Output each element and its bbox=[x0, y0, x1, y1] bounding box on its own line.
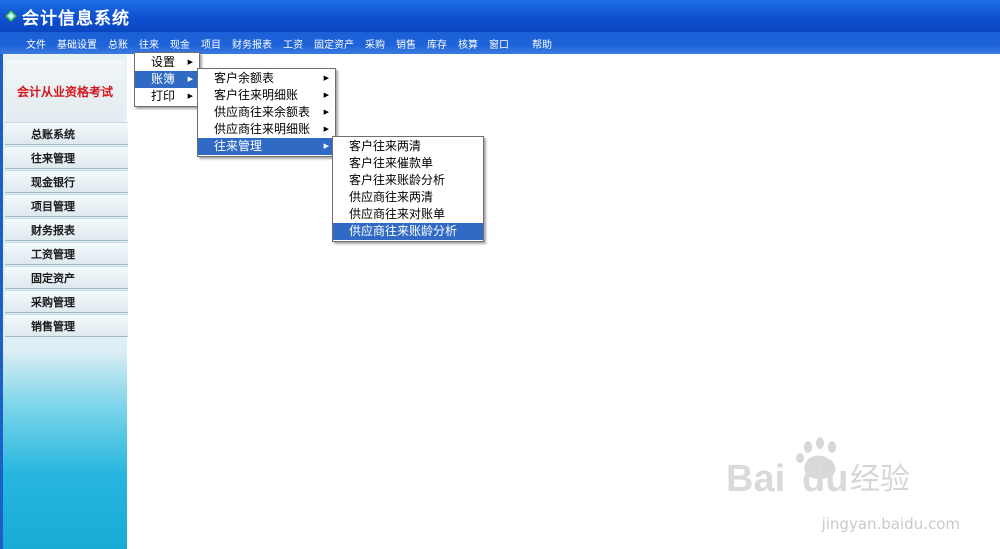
menu-item-customer-clearing[interactable]: 客户往来两清 bbox=[333, 138, 483, 155]
sidebar: 会计从业资格考试 总账系统 往来管理 现金银行 项目管理 财务报表 工资管理 固… bbox=[0, 54, 128, 549]
menu-item-label: 供应商往来明细账 bbox=[214, 122, 311, 136]
menu-sales[interactable]: 销售 bbox=[396, 36, 416, 51]
menu-item-supplier-clearing[interactable]: 供应商往来两清 bbox=[333, 189, 483, 206]
menu-window[interactable]: 窗口 bbox=[489, 36, 509, 51]
sidebar-item-purchasing[interactable]: 采购管理 bbox=[5, 290, 128, 313]
menu-item-supplier-statement[interactable]: 供应商往来对账单 bbox=[333, 206, 483, 223]
submenu-arrow-icon: ▶ bbox=[323, 74, 329, 82]
submenu-arrow-icon: ▶ bbox=[323, 91, 329, 99]
menu-item-supplier-detail[interactable]: 供应商往来明细账 ▶ bbox=[198, 121, 335, 138]
sidebar-item-general-ledger[interactable]: 总账系统 bbox=[5, 122, 128, 145]
watermark-url: jingyan.baidu.com bbox=[821, 515, 960, 533]
menu-item-accounts-management[interactable]: 往来管理 ▶ bbox=[198, 138, 335, 155]
submenu-arrow-icon: ▶ bbox=[323, 108, 329, 116]
menu-item-label: 供应商往来余额表 bbox=[214, 105, 311, 119]
menu-purchasing[interactable]: 采购 bbox=[365, 36, 385, 51]
menu-help[interactable]: 帮助 bbox=[532, 36, 552, 51]
baidu-logo: Bai du 经验 bbox=[726, 437, 910, 500]
svg-text:经验: 经验 bbox=[850, 462, 910, 497]
sidebar-nav: 总账系统 往来管理 现金银行 项目管理 财务报表 工资管理 固定资产 采购管理 … bbox=[5, 122, 128, 338]
accounts-dropdown-menu: 设置 ▶ 账簿 ▶ 打印 ▶ bbox=[134, 52, 200, 107]
menu-item-label: 客户余额表 bbox=[214, 71, 275, 85]
menu-file[interactable]: 文件 bbox=[26, 36, 46, 51]
menu-item-label: 客户往来明细账 bbox=[214, 88, 299, 102]
window-title: 会计信息系统 bbox=[22, 8, 130, 29]
sidebar-item-financial-reports[interactable]: 财务报表 bbox=[5, 218, 128, 241]
menu-item-customer-dunning[interactable]: 客户往来催款单 bbox=[333, 155, 483, 172]
submenu-arrow-icon: ▶ bbox=[323, 125, 329, 133]
menu-bar: 文件 基础设置 总账 往来 现金 项目 财务报表 工资 固定资产 采购 销售 库… bbox=[0, 32, 1000, 54]
menu-item-customer-detail[interactable]: 客户往来明细账 ▶ bbox=[198, 87, 335, 104]
menu-project[interactable]: 项目 bbox=[201, 36, 221, 51]
menu-item-supplier-aging[interactable]: 供应商往来账龄分析 bbox=[333, 223, 483, 240]
sidebar-item-fixed-assets[interactable]: 固定资产 bbox=[5, 266, 128, 289]
menu-financial-reports[interactable]: 财务报表 bbox=[232, 36, 272, 51]
menu-cash[interactable]: 现金 bbox=[170, 36, 190, 51]
menu-item-supplier-balance[interactable]: 供应商往来余额表 ▶ bbox=[198, 104, 335, 121]
sidebar-item-cash-bank[interactable]: 现金银行 bbox=[5, 170, 128, 193]
menu-accounts[interactable]: 往来 bbox=[139, 36, 159, 51]
submenu-arrow-icon: ▶ bbox=[187, 75, 193, 83]
submenu-arrow-icon: ▶ bbox=[187, 92, 193, 100]
menu-general-ledger[interactable]: 总账 bbox=[108, 36, 128, 51]
submenu-arrow-icon: ▶ bbox=[323, 142, 329, 150]
sidebar-item-projects[interactable]: 项目管理 bbox=[5, 194, 128, 217]
menu-item-label: 往来管理 bbox=[214, 139, 263, 153]
menu-fixed-assets[interactable]: 固定资产 bbox=[314, 36, 354, 51]
sidebar-item-sales[interactable]: 销售管理 bbox=[5, 314, 128, 337]
menu-item-customer-balance[interactable]: 客户余额表 ▶ bbox=[198, 70, 335, 87]
ledgers-submenu: 客户余额表 ▶ 客户往来明细账 ▶ 供应商往来余额表 ▶ 供应商往来明细账 ▶ … bbox=[197, 68, 336, 157]
menu-costing[interactable]: 核算 bbox=[458, 36, 478, 51]
menu-item-label: 打印 bbox=[151, 89, 176, 103]
app-icon bbox=[4, 9, 18, 23]
title-bar: 会计信息系统 bbox=[0, 0, 1000, 32]
menu-item-settings[interactable]: 设置 ▶ bbox=[135, 54, 199, 71]
baidu-jingyan-watermark: Bai du 经验 jingyan.baidu.com bbox=[726, 433, 976, 533]
menu-item-label: 账簿 bbox=[151, 72, 176, 86]
brand-banner: 会计从业资格考试 bbox=[6, 60, 124, 122]
svg-text:Bai: Bai bbox=[726, 458, 785, 500]
sidebar-item-payroll[interactable]: 工资管理 bbox=[5, 242, 128, 265]
menu-basic-settings[interactable]: 基础设置 bbox=[57, 36, 97, 51]
menu-item-print[interactable]: 打印 ▶ bbox=[135, 88, 199, 105]
menu-item-customer-aging[interactable]: 客户往来账龄分析 bbox=[333, 172, 483, 189]
app-window: 会计信息系统 文件 基础设置 总账 往来 现金 项目 财务报表 工资 固定资产 … bbox=[0, 0, 1000, 549]
menu-payroll[interactable]: 工资 bbox=[283, 36, 303, 51]
menu-item-label: 设置 bbox=[151, 55, 176, 69]
sidebar-item-accounts[interactable]: 往来管理 bbox=[5, 146, 128, 169]
menu-inventory[interactable]: 库存 bbox=[427, 36, 447, 51]
submenu-arrow-icon: ▶ bbox=[187, 58, 193, 66]
svg-text:du: du bbox=[802, 458, 848, 500]
accounts-management-submenu: 客户往来两清 客户往来催款单 客户往来账龄分析 供应商往来两清 供应商往来对账单… bbox=[332, 136, 484, 242]
menu-item-ledgers[interactable]: 账簿 ▶ bbox=[135, 71, 199, 88]
